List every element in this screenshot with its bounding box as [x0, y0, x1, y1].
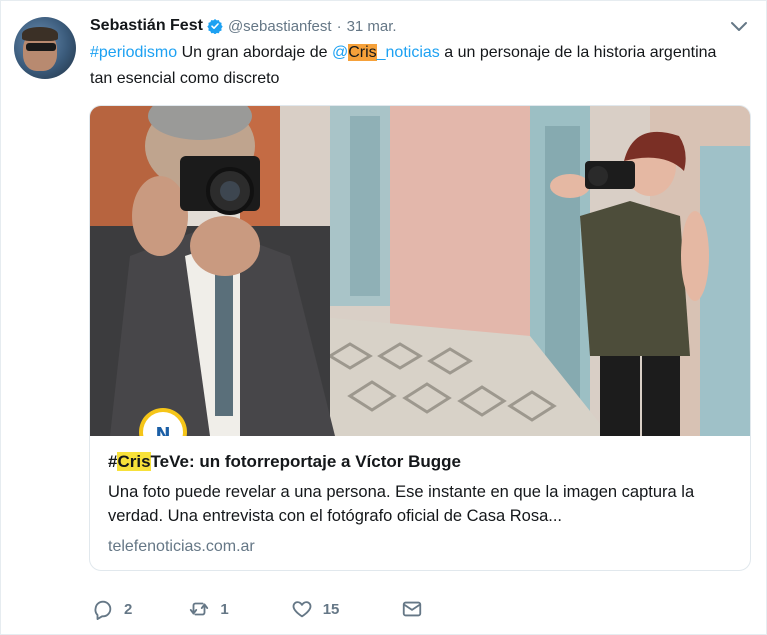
mention-highlight: Cris: [348, 44, 377, 61]
avatar-glasses: [26, 43, 56, 51]
card-body: #CrisTeVe: un fotorreportaje a Víctor Bu…: [108, 450, 738, 558]
retweet-count: 1: [220, 600, 229, 618]
tweet-header: Sebastián Fest @sebastianfest · 31 mar.: [90, 15, 397, 37]
card-title-highlight: Cris: [117, 452, 151, 471]
mention-rest: _noticias: [376, 44, 440, 61]
mention-link[interactable]: @Cris_noticias: [332, 44, 440, 61]
tweet-text: #periodismo Un gran abordaje de @Cris_no…: [90, 40, 740, 92]
reply-icon: [94, 600, 112, 620]
link-card[interactable]: N #CrisTeVe: un fotorreportaje a Víctor …: [89, 105, 751, 571]
reply-button[interactable]: 2: [92, 598, 132, 620]
tweet-date[interactable]: 31 mar.: [347, 18, 397, 35]
direct-message-button[interactable]: [401, 598, 423, 620]
card-title[interactable]: #CrisTeVe: un fotorreportaje a Víctor Bu…: [108, 450, 738, 474]
author-handle[interactable]: @sebastianfest: [228, 18, 332, 35]
retweet-icon: [190, 602, 209, 616]
envelope-icon: [403, 601, 422, 617]
tweet-actions: 2 1 15: [92, 597, 467, 621]
chevron-down-icon[interactable]: [730, 20, 748, 34]
header-separator: ·: [336, 17, 342, 35]
like-button[interactable]: 15: [291, 598, 340, 620]
retweet-button[interactable]: 1: [188, 598, 229, 620]
tweet-text-part: Un gran abordaje de: [177, 44, 332, 61]
mention-at: @: [331, 44, 349, 61]
heart-icon: [292, 601, 312, 618]
photo-illustration: N: [90, 106, 750, 436]
channel-badge: N: [155, 424, 170, 436]
card-image[interactable]: N: [90, 106, 750, 436]
hashtag-link[interactable]: #periodismo: [90, 44, 177, 61]
author-name[interactable]: Sebastián Fest: [90, 17, 203, 35]
like-count: 15: [322, 600, 340, 618]
card-title-rest: TeVe: un fotorreportaje a Víctor Bugge: [150, 452, 461, 471]
card-description: Una foto puede revelar a una persona. Es…: [108, 483, 695, 525]
avatar-hair: [22, 27, 58, 41]
verified-badge-icon: [207, 19, 223, 34]
card-domain[interactable]: telefenoticias.com.ar: [108, 536, 738, 558]
reply-count: 2: [124, 600, 133, 618]
avatar[interactable]: [14, 17, 76, 79]
